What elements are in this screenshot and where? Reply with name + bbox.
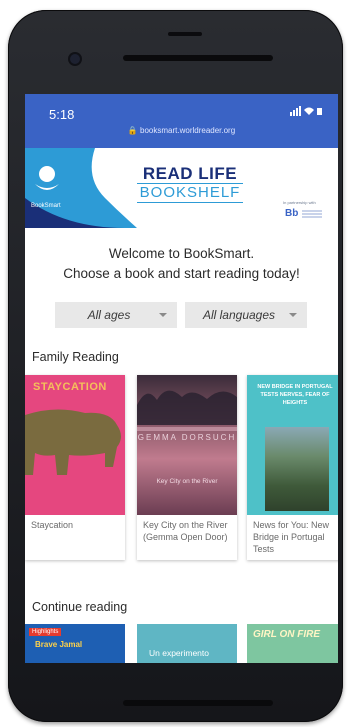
cover-author: GEMMA DORSUCH bbox=[137, 433, 237, 442]
continue-card-girl-on-fire[interactable]: GIRL ON FIRE bbox=[247, 624, 338, 663]
welcome-line-1: Welcome to BookSmart. bbox=[108, 246, 255, 261]
ages-filter-select[interactable]: All ages bbox=[55, 302, 177, 328]
continue-card-brave-jamal[interactable]: Highlights Brave Jamal bbox=[25, 624, 125, 663]
cover-headline: NEW BRIDGE IN PORTUGAL TESTS NERVES, FEA… bbox=[257, 384, 333, 406]
welcome-message: Welcome to BookSmart. Choose a book and … bbox=[25, 244, 338, 284]
book-card-new-bridge[interactable]: NEW BRIDGE IN PORTUGAL TESTS NERVES, FEA… bbox=[247, 375, 338, 560]
languages-filter-select[interactable]: All languages bbox=[185, 302, 307, 328]
status-icons bbox=[290, 106, 324, 119]
cover-title-text: Un experimento bbox=[149, 648, 210, 658]
proximity-sensor bbox=[168, 32, 202, 36]
bear-illustration-icon bbox=[25, 409, 121, 475]
bookshelf-logo: BOOKSHELF bbox=[139, 184, 241, 201]
url-bar[interactable]: 🔒 booksmart.worldreader.org bbox=[25, 126, 338, 135]
cover-badge: Highlights bbox=[29, 628, 62, 636]
url-text: booksmart.worldreader.org bbox=[140, 126, 236, 135]
chevron-down-icon bbox=[159, 313, 167, 317]
partner-caption: In partnership with bbox=[283, 200, 316, 205]
status-time: 5:18 bbox=[49, 107, 75, 122]
cover-title-text: Key City on the River bbox=[156, 478, 218, 485]
booksmart-logo-label: BookSmart bbox=[31, 203, 61, 209]
trees-illustration-icon bbox=[137, 390, 237, 431]
cover-title-text: Brave Jamal bbox=[35, 640, 83, 649]
book-title: News for You: New Bridge in Portugal Tes… bbox=[253, 520, 330, 554]
bridge-photo bbox=[265, 427, 329, 511]
chevron-down-icon bbox=[289, 313, 297, 317]
phone-screen: 5:18 🔒 booksmart.worldreader.org BookSma… bbox=[25, 94, 338, 663]
book-card-staycation[interactable]: STAYCATION Staycation bbox=[25, 375, 125, 560]
bottom-speaker bbox=[123, 700, 273, 706]
cover-title-text: GIRL ON FIRE bbox=[253, 629, 321, 640]
continue-card-un-experimento[interactable]: Un experimento bbox=[137, 624, 237, 663]
earpiece-speaker bbox=[123, 55, 273, 61]
header-banner: BookSmart READ LIFE BOOKSHELF In partner… bbox=[25, 148, 338, 228]
book-cover: GEMMA DORSUCH Key City on the River bbox=[137, 375, 237, 515]
section-title-continue-reading: Continue reading bbox=[32, 600, 128, 614]
book-cover: STAYCATION bbox=[25, 375, 125, 515]
section-title-family-reading: Family Reading bbox=[32, 350, 119, 364]
read-life-logo: READ LIFE bbox=[142, 164, 238, 183]
status-bar: 5:18 🔒 booksmart.worldreader.org bbox=[25, 94, 338, 148]
divider bbox=[137, 202, 243, 203]
book-title: Staycation bbox=[31, 520, 74, 530]
book-title: Key City on the River (Gemma Open Door) bbox=[143, 520, 228, 542]
book-cover: NEW BRIDGE IN PORTUGAL TESTS NERVES, FEA… bbox=[247, 375, 338, 515]
partner-logo-lines bbox=[302, 210, 322, 218]
banner-wave-shape bbox=[25, 148, 137, 228]
signal-wifi-battery-icon bbox=[290, 106, 322, 116]
welcome-line-2: Choose a book and start reading today! bbox=[63, 266, 300, 281]
front-camera bbox=[70, 54, 80, 64]
partner-logo: Bb bbox=[285, 208, 299, 219]
book-card-key-city[interactable]: GEMMA DORSUCH Key City on the River Key … bbox=[137, 375, 237, 560]
